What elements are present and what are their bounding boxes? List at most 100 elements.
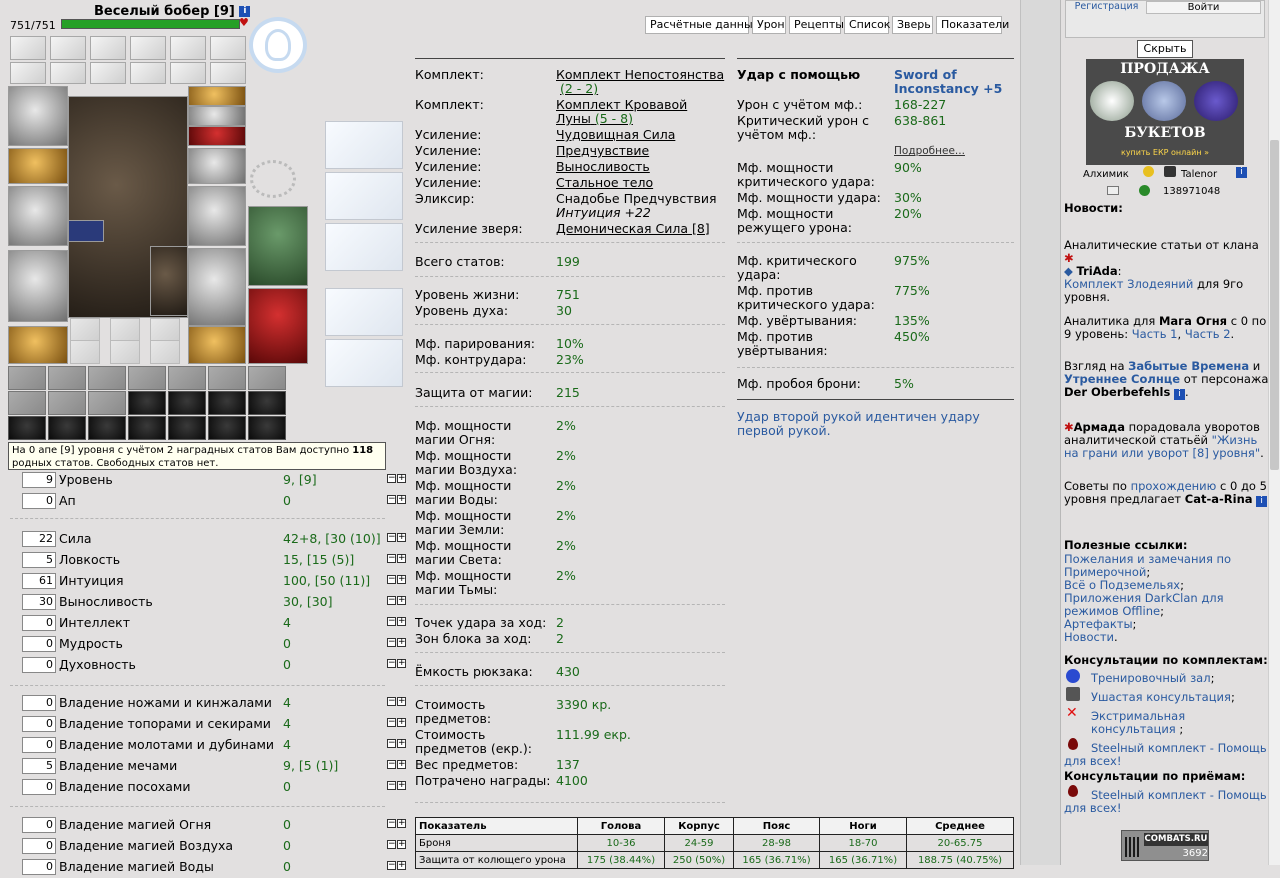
pose-icon[interactable] (325, 288, 403, 336)
pet-slot[interactable] (150, 246, 188, 316)
useful-link[interactable]: Новости (1064, 630, 1114, 644)
pet-icon[interactable] (325, 223, 403, 271)
plus-button[interactable]: + (397, 533, 406, 542)
minus-button[interactable]: − (387, 861, 396, 870)
shield-slot[interactable] (188, 186, 246, 246)
scrollbar-thumb[interactable] (1270, 140, 1279, 470)
empty-slot[interactable] (130, 36, 166, 60)
plus-button[interactable]: + (397, 617, 406, 626)
rune-slot[interactable] (68, 220, 104, 242)
hide-button[interactable]: Скрыть (1137, 40, 1193, 58)
consult-link[interactable]: Steelный комплект - Помощь для всех! (1064, 741, 1267, 768)
plus-button[interactable]: + (397, 638, 406, 647)
tab-list[interactable]: Список (844, 16, 890, 34)
stat-input[interactable]: 30 (22, 594, 56, 610)
stat-input[interactable]: 0 (22, 859, 56, 875)
empty-slot[interactable] (110, 340, 140, 364)
useful-link[interactable]: Приложения DarkClan для режимов Offline (1064, 591, 1224, 618)
minus-button[interactable]: − (387, 596, 396, 605)
minus-button[interactable]: − (387, 474, 396, 483)
empty-slot[interactable] (210, 62, 246, 84)
boost-link[interactable]: Выносливость (556, 160, 650, 174)
useful-link[interactable]: Пожелания и замечания по Примерочной (1064, 552, 1231, 579)
helm-slot[interactable] (88, 416, 126, 440)
empty-slot[interactable] (90, 62, 126, 84)
empty-slot[interactable] (150, 318, 180, 342)
empty-slot[interactable] (70, 318, 100, 342)
weapon-slot[interactable] (8, 186, 68, 246)
tab-damage[interactable]: Урон (752, 16, 786, 34)
helm-slot[interactable] (208, 391, 246, 415)
potion-icon[interactable] (325, 121, 403, 169)
more-link[interactable]: Подробнее... (894, 144, 965, 158)
helm-slot[interactable] (8, 416, 46, 440)
empty-slot[interactable] (70, 340, 100, 364)
belt-pouch-slot[interactable] (8, 366, 46, 390)
minus-button[interactable]: − (387, 554, 396, 563)
stat-input[interactable]: 0 (22, 636, 56, 652)
tab-beast[interactable]: Зверь (892, 16, 933, 34)
pet-boost-link[interactable]: Демоническая Сила [8] (556, 222, 710, 236)
info-icon[interactable]: i (1256, 496, 1268, 507)
consult-link[interactable]: Тренировочный зал (1091, 671, 1211, 685)
helm-slot[interactable] (168, 391, 206, 415)
tab-indicators[interactable]: Показатели (936, 16, 1009, 34)
plus-button[interactable]: + (397, 819, 406, 828)
empty-slot[interactable] (130, 62, 166, 84)
helm-slot[interactable] (48, 416, 86, 440)
alchemist-name[interactable]: Talenor (1181, 169, 1217, 180)
stat-input[interactable]: 22 (22, 531, 56, 547)
belt-pouch-slot[interactable] (48, 391, 86, 415)
pose-icon[interactable] (325, 339, 403, 387)
minus-button[interactable]: − (387, 760, 396, 769)
empty-slot[interactable] (210, 36, 246, 60)
stat-input[interactable]: 9 (22, 472, 56, 488)
empty-slot[interactable] (170, 62, 206, 84)
register-link[interactable]: Регистрация (1069, 1, 1144, 15)
minus-button[interactable]: − (387, 697, 396, 706)
set-link[interactable]: Комплект Кровавой Луны (5 - 8) (556, 98, 726, 126)
minus-button[interactable]: − (387, 718, 396, 727)
belt-pouch-slot[interactable] (168, 366, 206, 390)
minus-button[interactable]: − (387, 659, 396, 668)
empty-slot[interactable] (110, 318, 140, 342)
stat-input[interactable]: 0 (22, 779, 56, 795)
plus-button[interactable]: + (397, 861, 406, 870)
armor-slot[interactable] (8, 250, 68, 322)
tab-recipes[interactable]: Рецепты (789, 16, 844, 34)
belt-pouch-slot[interactable] (248, 366, 286, 390)
prayer-icon[interactable] (325, 172, 403, 220)
belt-pouch-slot[interactable] (208, 366, 246, 390)
belt-pouch-slot[interactable] (48, 366, 86, 390)
helmet-slot[interactable] (8, 86, 68, 146)
news-link[interactable]: Комплект Злодеяний (1064, 277, 1193, 291)
cloak-slot[interactable] (248, 288, 308, 364)
helm-slot[interactable] (248, 391, 286, 415)
empty-slot[interactable] (90, 36, 126, 60)
minus-button[interactable]: − (387, 819, 396, 828)
belt-pouch-slot[interactable] (88, 391, 126, 415)
news-link[interactable]: Часть 1 (1132, 327, 1178, 341)
plus-button[interactable]: + (397, 554, 406, 563)
helm-slot[interactable] (248, 416, 286, 440)
plus-button[interactable]: + (397, 697, 406, 706)
info-icon[interactable]: i (1173, 389, 1185, 400)
stat-input[interactable]: 0 (22, 615, 56, 631)
empty-slot[interactable] (50, 62, 86, 84)
plus-button[interactable]: + (397, 474, 406, 483)
plus-button[interactable]: + (397, 840, 406, 849)
stat-input[interactable]: 61 (22, 573, 56, 589)
pants-slot[interactable] (188, 248, 246, 326)
belt-pouch-slot[interactable] (8, 391, 46, 415)
plus-button[interactable]: + (397, 781, 406, 790)
stat-input[interactable]: 0 (22, 657, 56, 673)
empty-slot[interactable] (10, 36, 46, 60)
helm-slot[interactable] (128, 391, 166, 415)
news-link[interactable]: Часть 2 (1185, 327, 1231, 341)
empty-slot[interactable] (10, 62, 46, 84)
banner-ad[interactable]: ПРОДАЖА БУКЕТОВ купить ЕКР онлайн » (1086, 59, 1244, 165)
boost-link[interactable]: Предчувствие (556, 144, 649, 158)
empty-slot[interactable] (170, 36, 206, 60)
minus-button[interactable]: − (387, 575, 396, 584)
plus-button[interactable]: + (397, 659, 406, 668)
